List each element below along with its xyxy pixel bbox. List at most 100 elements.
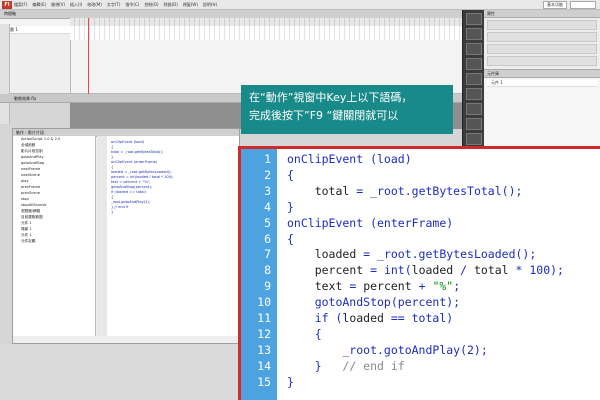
- mini-code-line: onClipEvent (load): [111, 140, 145, 144]
- code-text[interactable]: text = percent + "%";: [287, 278, 460, 294]
- frame-grid[interactable]: [70, 26, 462, 40]
- actions-script-pane[interactable]: onClipEvent (load) { total = _root.getByt…: [97, 136, 239, 336]
- code-line: 12 {: [241, 326, 600, 342]
- script-gutter: [97, 136, 107, 336]
- properties-panel: 屬性: [484, 10, 600, 70]
- menu-help[interactable]: 說明(H): [203, 2, 217, 8]
- pen-tool-icon[interactable]: [465, 73, 482, 85]
- menu-debug[interactable]: 除錯(D): [164, 2, 178, 8]
- mini-code-line: total = _root.getBytesTotal();: [111, 150, 164, 154]
- line-number: 3: [264, 183, 271, 198]
- code-line: 9 text = percent + "%";: [241, 278, 600, 294]
- mini-code-line: text = percent + "%";: [111, 180, 151, 184]
- code-text[interactable]: if (loaded == total): [287, 310, 454, 326]
- code-line: 10 gotoAndStop(percent);: [241, 294, 600, 310]
- code-line: 6{: [241, 231, 600, 247]
- pencil-tool-icon[interactable]: [465, 133, 482, 145]
- code-text[interactable]: percent = int(loaded / total * 100);: [287, 262, 564, 278]
- code-line: 2{: [241, 167, 600, 183]
- menu-bar: Fl 檔案(F) 編輯(E) 檢視(V) 插入(I) 修改(M) 文字(T) 指…: [0, 0, 600, 10]
- transform-tool-icon[interactable]: [465, 43, 482, 55]
- properties-row[interactable]: [487, 32, 597, 42]
- code-line: 5 onClipEvent (enterFrame): [241, 215, 600, 231]
- code-text[interactable]: onClipEvent (load): [287, 151, 412, 167]
- line-number: 10: [257, 295, 271, 310]
- code-text[interactable]: loaded = _root.getBytesLoaded();: [287, 246, 537, 262]
- menu-modify[interactable]: 修改(M): [87, 2, 102, 8]
- code-line: 8 percent = int(loaded / total * 100);: [241, 262, 600, 278]
- properties-row[interactable]: [487, 20, 597, 30]
- zoomed-code-panel: 1 onClipEvent (load) 2{3 total = _root.get…: [238, 146, 600, 400]
- code-text[interactable]: total = _root.getBytesTotal();: [287, 183, 523, 199]
- code-text[interactable]: {: [287, 326, 322, 342]
- code-text[interactable]: } // end if: [287, 358, 405, 374]
- line-number: 6: [264, 231, 271, 246]
- code-text[interactable]: onClipEvent (enterFrame): [287, 215, 453, 231]
- properties-row[interactable]: [487, 44, 597, 54]
- properties-row[interactable]: [487, 56, 597, 66]
- line-number: 4: [264, 199, 271, 214]
- flash-logo-icon: Fl: [2, 0, 12, 9]
- library-item[interactable]: 元件 1: [487, 80, 597, 87]
- actions-toolbox-tree: ActionScript 1.0 & 2.0 全域函數 影片片段控制 gotoAndP…: [13, 136, 96, 336]
- line-number: 15: [257, 374, 271, 389]
- menu-edit[interactable]: 編輯(E): [32, 2, 46, 8]
- line-number: 7: [264, 247, 271, 262]
- mini-code-line: {: [111, 165, 114, 169]
- line-number: 1: [264, 152, 271, 166]
- menu-commands[interactable]: 指令(C): [125, 2, 139, 8]
- menu-control[interactable]: 控制(O): [144, 2, 158, 8]
- line-tool-icon[interactable]: [465, 103, 482, 115]
- menu-view[interactable]: 檢視(V): [51, 2, 65, 8]
- line-number: 5: [264, 215, 271, 230]
- layer-item[interactable]: 圖層 1: [0, 26, 70, 34]
- help-search-input[interactable]: [570, 0, 596, 9]
- code-line: 1 onClipEvent (load): [241, 151, 600, 167]
- lasso-tool-icon[interactable]: [465, 58, 482, 70]
- menu-insert[interactable]: 插入(I): [70, 2, 82, 8]
- rectangle-tool-icon[interactable]: [465, 118, 482, 130]
- code-line: 7 loaded = _root.getBytesLoaded();: [241, 246, 600, 262]
- mini-code-line: onClipEvent (enterFrame): [111, 160, 158, 164]
- workspace-switcher[interactable]: 基本功能: [543, 0, 567, 9]
- output-area: [0, 344, 240, 400]
- layer-list: 圖層 1: [0, 26, 71, 93]
- code-text[interactable]: gotoAndStop(percent);: [287, 294, 460, 310]
- line-number: 14: [257, 358, 271, 373]
- timeline-panel: 時間軸 圖層 1: [0, 10, 462, 94]
- line-number: 9: [264, 279, 271, 294]
- mini-code-line: _root.gotoAndPlay(2);: [111, 200, 151, 204]
- menu-file[interactable]: 檔案(F): [14, 2, 27, 8]
- line-number: 8: [264, 263, 271, 278]
- code-line: 3 total = _root.getBytesTotal();: [241, 183, 600, 199]
- mini-code-line: }: [111, 210, 114, 214]
- callout-line-2: 完成後按下”F9 “鍵關閉就可以: [249, 109, 399, 122]
- selection-tool-icon[interactable]: [465, 13, 482, 25]
- line-number: 12: [257, 326, 271, 341]
- mini-code-line: gotoAndStop(percent);: [111, 185, 153, 189]
- menu-window[interactable]: 視窗(W): [183, 2, 198, 8]
- code-line: 4}: [241, 199, 600, 215]
- edit-bar-tools: [0, 24, 10, 124]
- mini-code-line: {: [111, 195, 114, 199]
- code-text[interactable]: }: [287, 199, 294, 215]
- mini-code-line: if (loaded == total): [111, 190, 146, 194]
- playhead[interactable]: [88, 18, 89, 94]
- library-title[interactable]: 元件庫: [484, 70, 600, 78]
- subselection-tool-icon[interactable]: [465, 28, 482, 40]
- mini-code-line: }: [111, 155, 114, 159]
- menubar-right: 基本功能: [543, 0, 596, 9]
- properties-title[interactable]: 屬性: [484, 10, 600, 18]
- text-tool-icon[interactable]: [465, 88, 482, 100]
- menu-text[interactable]: 文字(T): [107, 2, 121, 8]
- code-text[interactable]: {: [287, 231, 294, 247]
- code-text[interactable]: {: [287, 167, 294, 183]
- code-line: 14 } // end if: [241, 358, 600, 374]
- line-number: 13: [257, 342, 271, 357]
- line-number: 2: [264, 167, 271, 182]
- tree-node[interactable]: 元件定義: [13, 238, 95, 244]
- code-text[interactable]: _root.gotoAndPlay(2);: [287, 342, 487, 358]
- code-line: 11 if (loaded == total): [241, 310, 600, 326]
- mini-code-line: loaded = _root.getBytesLoaded();: [111, 170, 172, 174]
- code-text[interactable]: }: [287, 374, 294, 390]
